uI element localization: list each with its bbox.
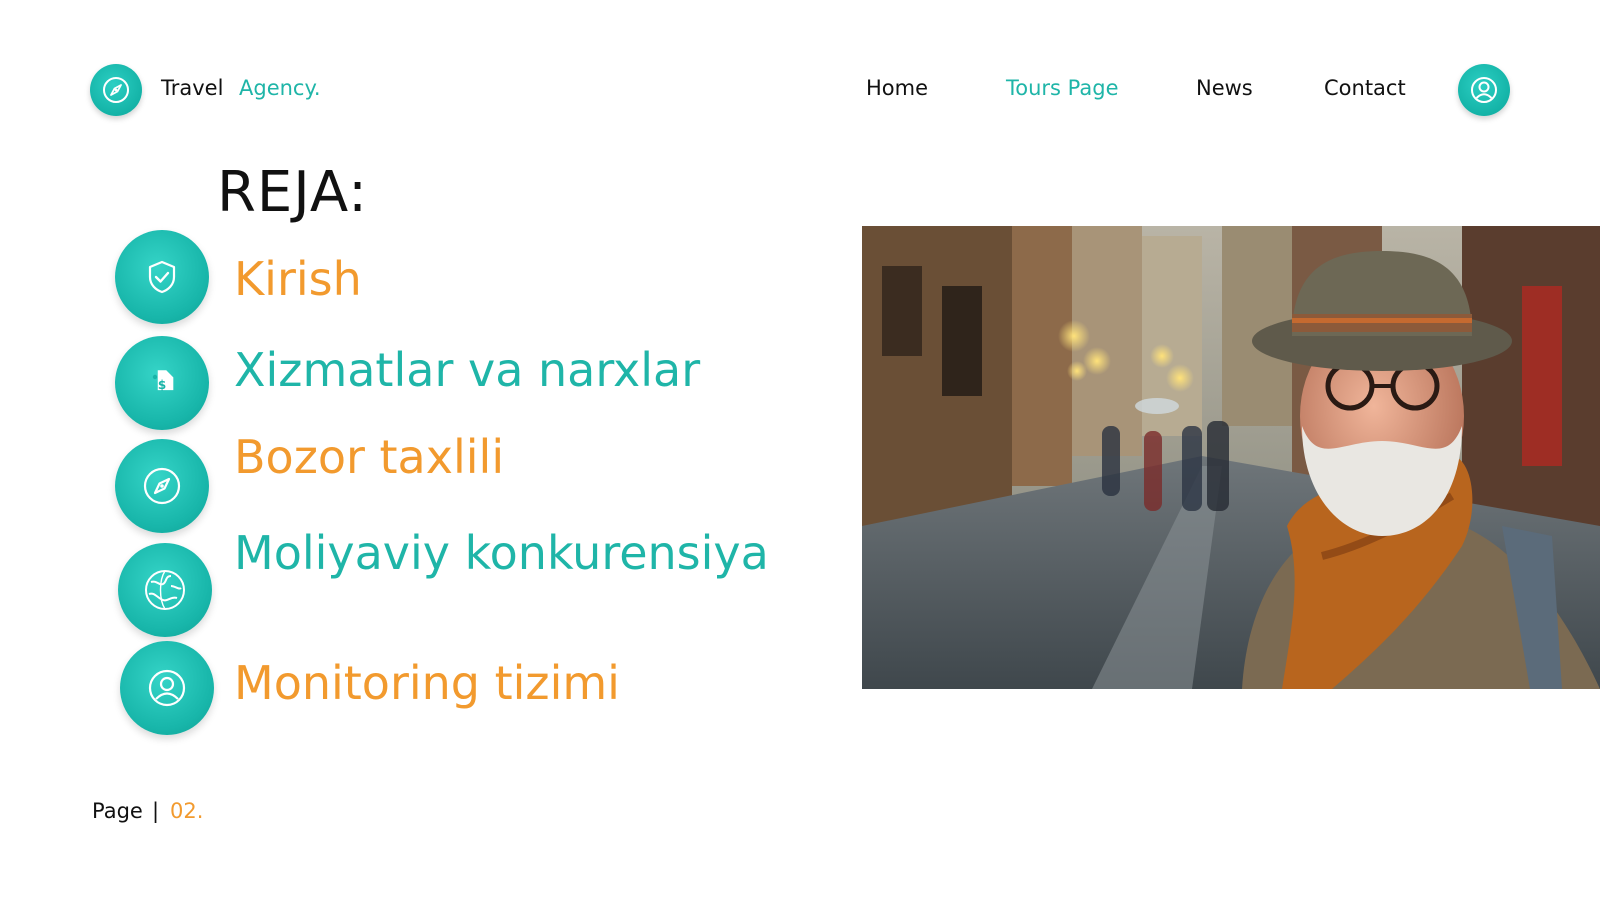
page-label: Page (92, 799, 143, 823)
agenda-item-moliyaviy: Moliyaviy konkurensiya (234, 526, 769, 580)
user-circle-icon (120, 641, 214, 735)
page-separator: | (152, 799, 160, 823)
logo-compass-icon[interactable] (90, 64, 142, 116)
price-tag-icon: $ (115, 336, 209, 430)
globe-icon (118, 543, 212, 637)
brand-suffix[interactable]: Agency. (239, 76, 321, 100)
hero-photo (862, 226, 1600, 689)
shield-check-icon (115, 230, 209, 324)
slide: Travel Agency. Home Tours Page News Cont… (0, 0, 1600, 900)
agenda-item-xizmatlar: Xizmatlar va narxlar (234, 343, 701, 397)
nav-tours-page[interactable]: Tours Page (1006, 76, 1119, 100)
svg-text:$: $ (158, 378, 166, 392)
agenda-item-bozor: Bozor taxlili (234, 430, 505, 484)
nav-contact[interactable]: Contact (1324, 76, 1406, 100)
nav-news[interactable]: News (1196, 76, 1253, 100)
brand-name[interactable]: Travel (161, 76, 223, 100)
agenda-item-monitoring: Monitoring tizimi (234, 656, 620, 710)
nav-home[interactable]: Home (866, 76, 928, 100)
compass-icon (115, 439, 209, 533)
user-icon (1471, 77, 1497, 103)
page-title: REJA: (217, 160, 369, 225)
page-number: 02. (170, 799, 204, 823)
user-account-button[interactable] (1458, 64, 1510, 116)
agenda-item-kirish: Kirish (234, 252, 362, 306)
